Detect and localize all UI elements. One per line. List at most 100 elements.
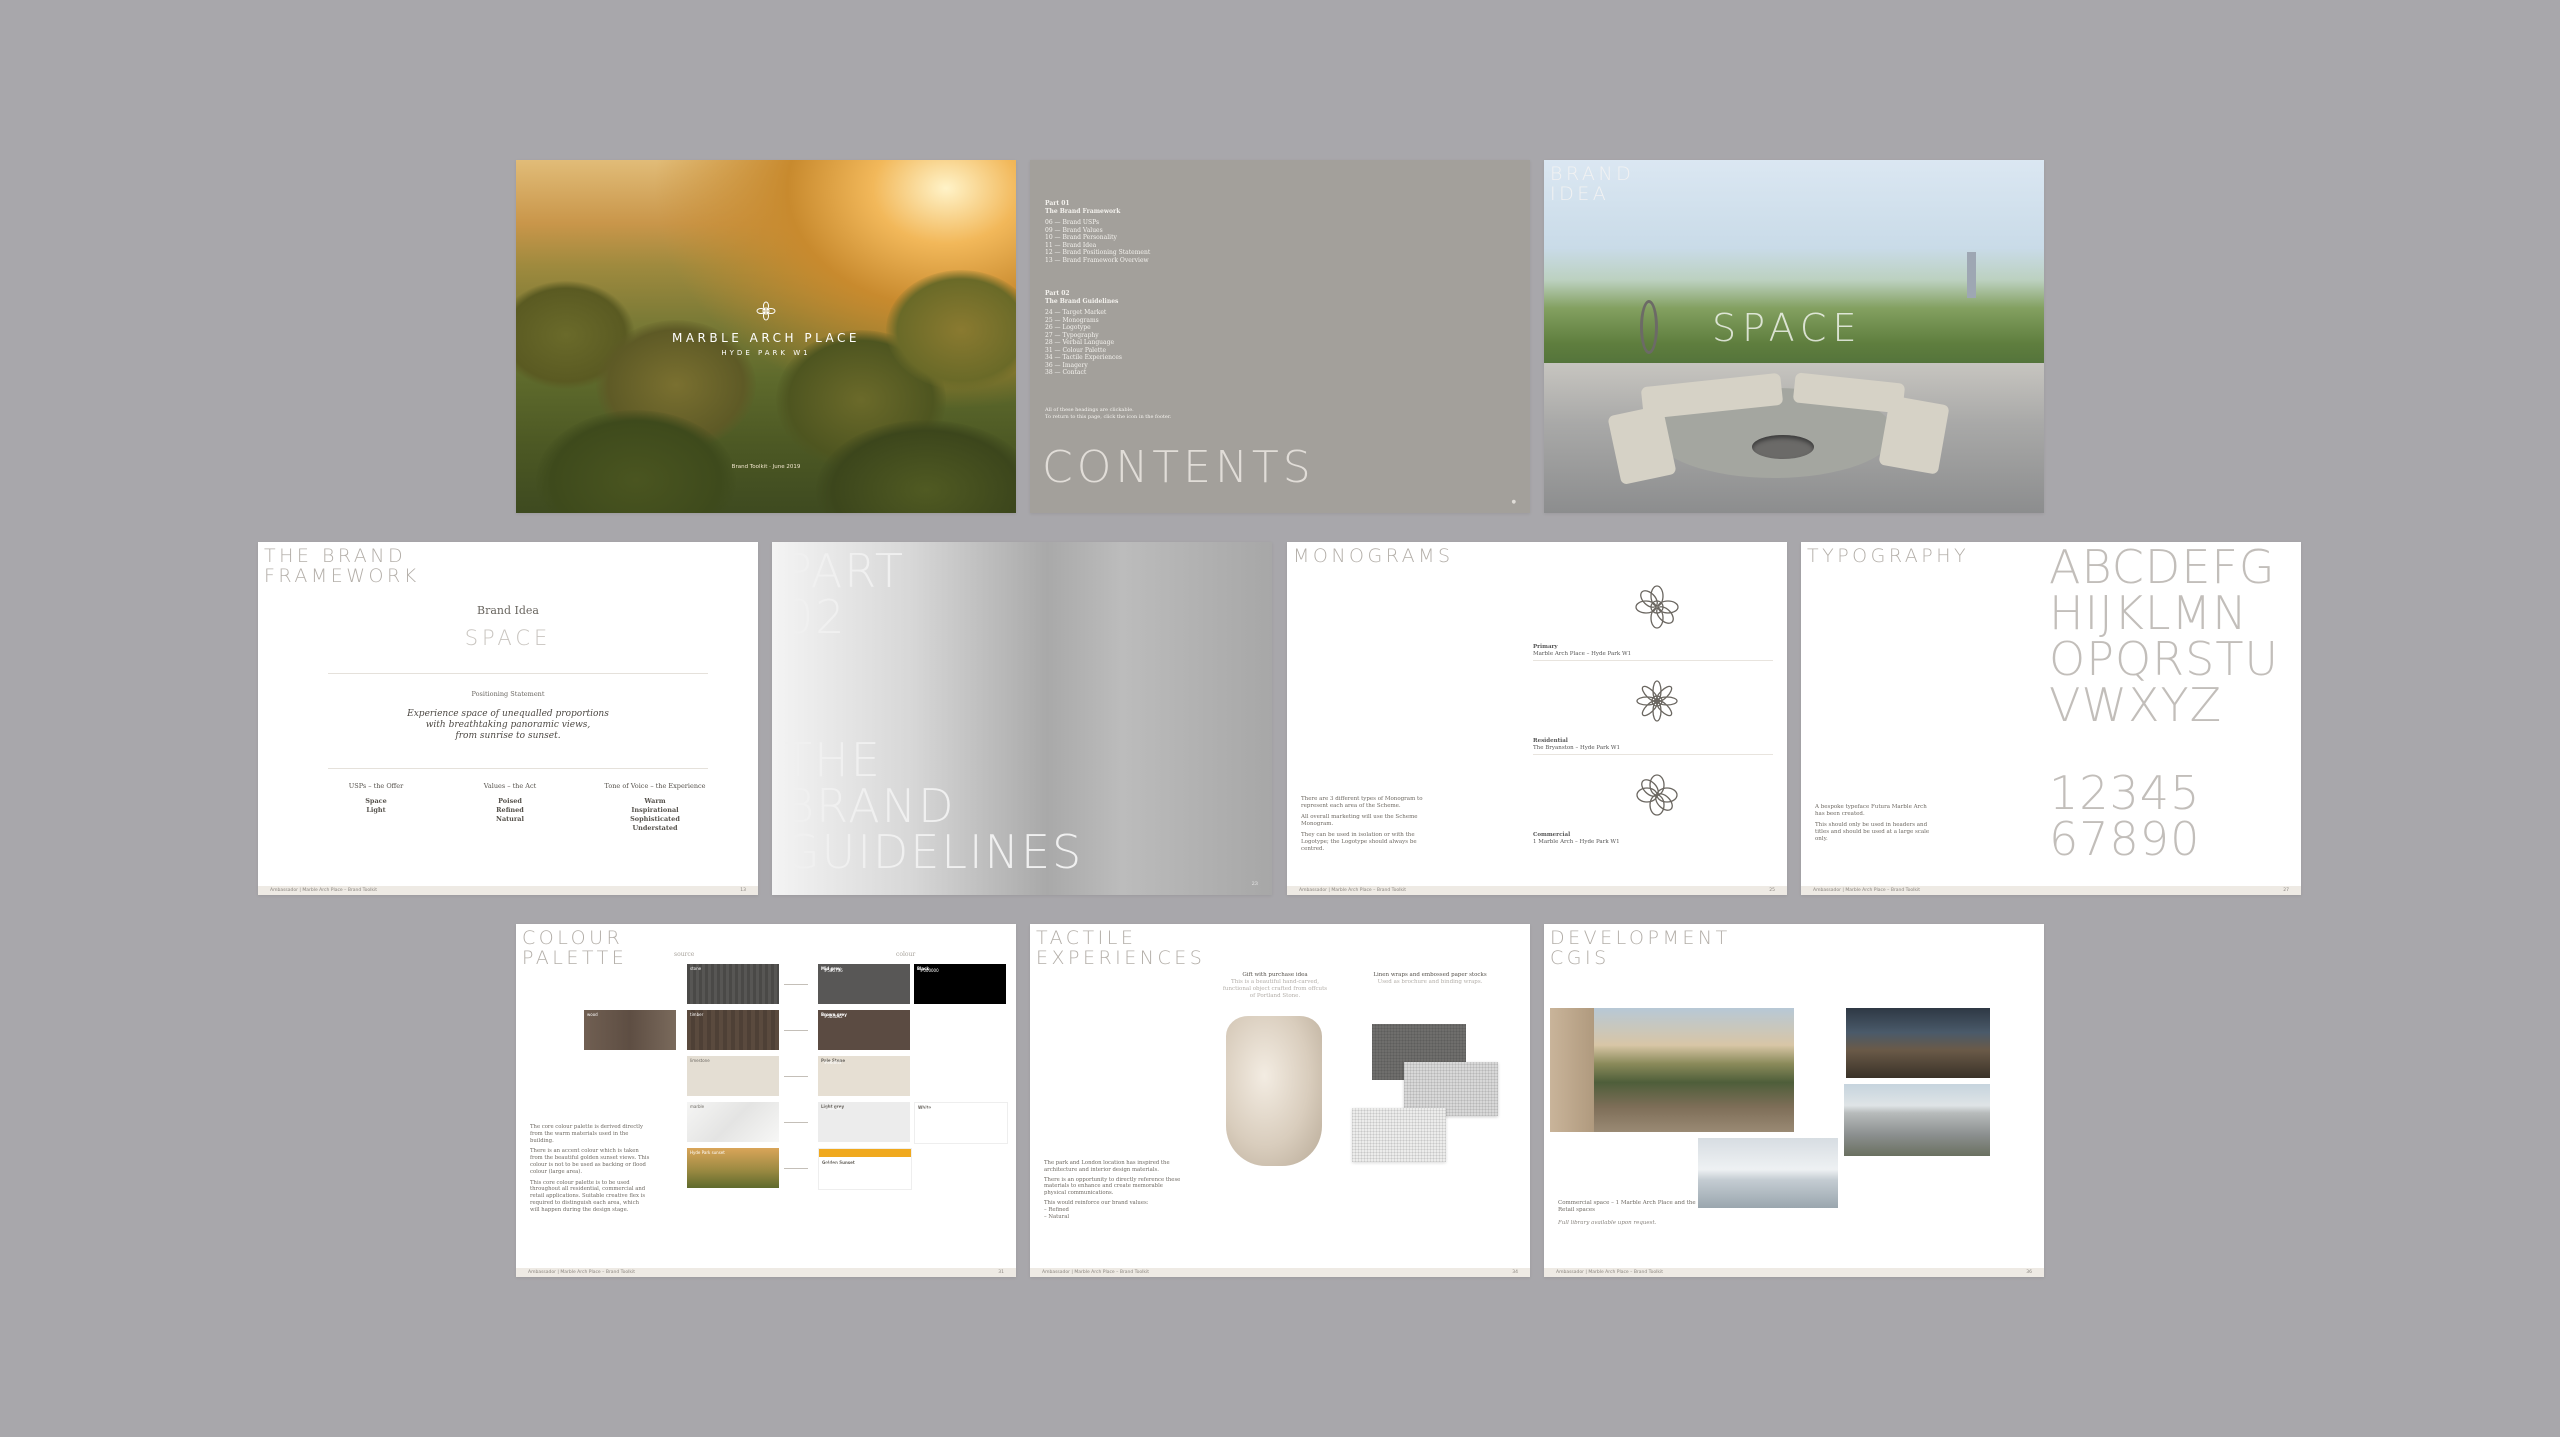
page-footer: Ambassador | Marble Arch Place – Brand T… bbox=[1544, 1268, 2044, 1277]
tone-column: Tone of Voice – the Experience Warm Insp… bbox=[580, 782, 730, 833]
colour-code: #585756 bbox=[824, 968, 843, 973]
development-cgis-page: DEVELOPMENT CGIS Commercial space – 1 Ma… bbox=[1544, 924, 2044, 1277]
footer-text: Ambassador | Marble Arch Place – Brand T… bbox=[1813, 888, 1921, 893]
numerals-specimen: 12345 67890 bbox=[2049, 766, 2201, 866]
contents-link[interactable]: 36 — Imagery bbox=[1045, 362, 1122, 370]
colour-swatch: Light grey #ececec bbox=[818, 1102, 910, 1142]
page-headline: BRAND IDEA bbox=[1550, 163, 1635, 205]
contents-note: All of these headings are clickable. To … bbox=[1045, 407, 1171, 420]
divider bbox=[1533, 754, 1773, 755]
part-divider-page: PART 02 THE BRAND GUIDELINES 23 bbox=[772, 542, 1272, 895]
colour-code: #ffffff bbox=[921, 1107, 933, 1112]
body-paragraph: – Natural bbox=[1044, 1213, 1070, 1220]
page-headline: TYPOGRAPHY bbox=[1807, 545, 1970, 567]
page-number[interactable]: 34 bbox=[1512, 1268, 1518, 1277]
colour-code: #000000 bbox=[920, 968, 939, 973]
contents-link[interactable]: 38 — Contact bbox=[1045, 369, 1122, 377]
page-footer: Ambassador | Marble Arch Place – Brand T… bbox=[1030, 1268, 1530, 1277]
part-title: THE BRAND GUIDELINES bbox=[784, 733, 1084, 879]
colour-code: #5b4b42 bbox=[824, 1014, 843, 1019]
colour-palette-page: COLOUR PALETTE source colour wood stone … bbox=[516, 924, 1016, 1277]
page-footer: Ambassador | Marble Arch Place – Brand T… bbox=[516, 1268, 1016, 1277]
arrow bbox=[784, 1168, 808, 1169]
palette-body: The core colour palette is derived direc… bbox=[530, 1124, 650, 1214]
contents-link[interactable]: 09 — Brand Values bbox=[1045, 227, 1150, 235]
source-swatch: Hyde Park sunset bbox=[687, 1148, 779, 1188]
swatch-label: Black #000000 bbox=[917, 966, 939, 973]
source-swatch: wood bbox=[584, 1010, 676, 1050]
contents-link[interactable]: 24 — Target Market bbox=[1045, 309, 1122, 317]
contents-link[interactable]: 06 — Brand USPs bbox=[1045, 219, 1150, 227]
label-text: Marble Arch Place – Hyde Park W1 bbox=[1533, 651, 1632, 657]
contents-link[interactable]: 11 — Brand Idea bbox=[1045, 242, 1150, 250]
home-icon[interactable]: ● bbox=[1512, 499, 1516, 505]
page-number[interactable]: 27 bbox=[2283, 886, 2289, 895]
brand-idea-word: SPACE bbox=[1712, 306, 1863, 350]
arrow bbox=[784, 1076, 808, 1077]
page-headline: THE BRAND FRAMEWORK bbox=[264, 545, 420, 587]
stone-vessel bbox=[1226, 1016, 1322, 1166]
body-paragraph: Commercial space – 1 Marble Arch Place a… bbox=[1558, 1200, 1696, 1213]
contents-link[interactable]: 28 — Verbal Language bbox=[1045, 339, 1122, 347]
monograms-page: MONOGRAMS Primary Marble Arch Place – Hyd… bbox=[1287, 542, 1787, 895]
contents-link[interactable]: 26 — Logotype bbox=[1045, 324, 1122, 332]
typography-page: TYPOGRAPHY ABCDEFG HIJKLMN OPQRSTU VWXYZ… bbox=[1801, 542, 2301, 895]
column-item: Understated bbox=[632, 824, 678, 832]
page-number[interactable]: 23 bbox=[1252, 881, 1258, 887]
building-facade bbox=[1550, 1008, 1594, 1132]
column-title: Values – the Act bbox=[483, 782, 537, 790]
swatch-label: Pale Stone #e6dfd3 bbox=[821, 1058, 845, 1065]
contents-link[interactable]: 13 — Brand Framework Overview bbox=[1045, 257, 1150, 265]
divider bbox=[1533, 660, 1773, 661]
caption-title: Linen wraps and embossed paper stocks bbox=[1373, 972, 1487, 978]
contents-link[interactable]: 27 — Typography bbox=[1045, 332, 1122, 340]
commercial-monogram-icon bbox=[1636, 774, 1678, 816]
monogram-label: Residential The Bryanston – Hyde Park W1 bbox=[1533, 738, 1620, 752]
paper-sample bbox=[1352, 1108, 1446, 1162]
contents-link[interactable]: 34 — Tactile Experiences bbox=[1045, 354, 1122, 362]
source-swatch: limestone bbox=[687, 1056, 779, 1096]
page-number[interactable]: 31 bbox=[998, 1268, 1004, 1277]
colour-swatch: Brown grey #5b4b42 bbox=[818, 1010, 910, 1050]
linen-caption: Linen wraps and embossed paper stocks Us… bbox=[1370, 972, 1490, 986]
column-item: Sophisticated bbox=[630, 815, 680, 823]
part1-title: The Brand Framework bbox=[1045, 207, 1121, 215]
source-column-label: source bbox=[674, 951, 695, 958]
part2-heading: Part 02 bbox=[1045, 290, 1070, 297]
colour-code: #f0a91e bbox=[825, 1162, 843, 1167]
page-number[interactable]: 25 bbox=[1769, 886, 1775, 895]
source-swatch: stone bbox=[687, 964, 779, 1004]
brand-idea-label: Brand Idea bbox=[477, 604, 539, 617]
footer-text: Ambassador | Marble Arch Place – Brand T… bbox=[270, 888, 378, 893]
cover-subtitle: HYDE PARK W1 bbox=[721, 349, 811, 357]
positioning-label: Positioning Statement bbox=[471, 690, 545, 698]
contents-link[interactable]: 12 — Brand Positioning Statement bbox=[1045, 249, 1150, 257]
contents-page: Part 01 The Brand Framework 06 — Brand U… bbox=[1030, 160, 1530, 513]
body-paragraph: A bespoke typeface Futura Marble Arch ha… bbox=[1815, 804, 1927, 817]
colour-swatch: White #ffffff bbox=[914, 1102, 1008, 1144]
brand-idea-value: SPACE bbox=[464, 626, 552, 650]
page-headline: MONOGRAMS bbox=[1293, 545, 1454, 567]
column-item: Warm bbox=[644, 797, 666, 805]
page-footer: Ambassador | Marble Arch Place – Brand T… bbox=[258, 886, 758, 895]
label-text: 1 Marble Arch – Hyde Park W1 bbox=[1533, 839, 1620, 845]
footer-text: Ambassador | Marble Arch Place – Brand T… bbox=[528, 1270, 636, 1275]
contents-link[interactable]: 31 — Colour Palette bbox=[1045, 347, 1122, 355]
gift-caption: Gift with purchase idea This is a beauti… bbox=[1220, 972, 1330, 1000]
column-item: Refined bbox=[496, 806, 524, 814]
swatch-label: Brown grey #5b4b42 bbox=[821, 1012, 847, 1019]
page-number[interactable]: 36 bbox=[2026, 1268, 2032, 1277]
contents-link[interactable]: 25 — Monograms bbox=[1045, 317, 1122, 325]
body-paragraph: There is an opportunity to directly refe… bbox=[1044, 1176, 1181, 1197]
colour-swatch: Mid grey #585756 bbox=[818, 964, 910, 1004]
brand-framework-page: THE BRAND FRAMEWORK Brand Idea SPACE Pos… bbox=[258, 542, 758, 895]
page-headline: TACTILE EXPERIENCES bbox=[1036, 927, 1206, 969]
page-number[interactable]: 13 bbox=[740, 886, 746, 895]
column-item: Poised bbox=[498, 797, 522, 805]
body-paragraph: They can be used in isolation or with th… bbox=[1301, 832, 1417, 852]
note-line: To return to this page, click the icon i… bbox=[1045, 413, 1172, 420]
contents-link[interactable]: 10 — Brand Personality bbox=[1045, 234, 1150, 242]
body-paragraph: This core colour palette is to be used t… bbox=[530, 1179, 646, 1213]
column-title: Tone of Voice – the Experience bbox=[604, 782, 706, 790]
swatch-label: Light grey #ececec bbox=[821, 1104, 844, 1111]
